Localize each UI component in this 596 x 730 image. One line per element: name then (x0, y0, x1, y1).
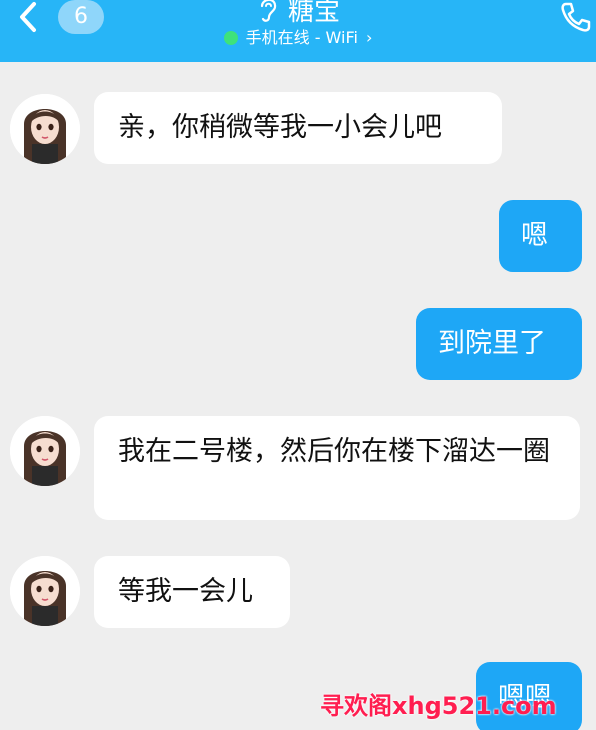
chat-screen: 6 糖宝 手机在线 - WiFi › 亲，你稍微等我一小会儿吧 嗯 到院里了 我… (0, 0, 596, 730)
call-button[interactable] (558, 0, 592, 34)
title-area: 糖宝 (0, 0, 596, 28)
contact-avatar[interactable] (10, 416, 80, 486)
online-dot-icon (223, 31, 238, 45)
message-bubble-incoming[interactable]: 等我一会儿 (94, 556, 290, 628)
message-bubble-outgoing[interactable]: 到院里了 (416, 308, 582, 380)
online-status[interactable]: 手机在线 - WiFi › (0, 28, 596, 50)
message-bubble-incoming[interactable]: 我在二号楼，然后你在楼下溜达一圈 (94, 416, 580, 520)
hearing-ear-icon (260, 0, 277, 22)
contact-avatar[interactable] (10, 94, 80, 164)
chat-header: 6 糖宝 手机在线 - WiFi › (0, 0, 596, 62)
message-bubble-incoming[interactable]: 亲，你稍微等我一小会儿吧 (94, 92, 502, 164)
status-text: 手机在线 - WiFi (245, 28, 358, 47)
watermark: 寻欢阁xhg521.com (320, 692, 557, 720)
contact-name[interactable]: 糖宝 (288, 0, 340, 28)
status-chevron-icon: › (365, 28, 373, 47)
contact-avatar[interactable] (10, 556, 80, 626)
phone-icon (561, 2, 591, 32)
message-bubble-outgoing[interactable]: 嗯 (499, 200, 582, 272)
